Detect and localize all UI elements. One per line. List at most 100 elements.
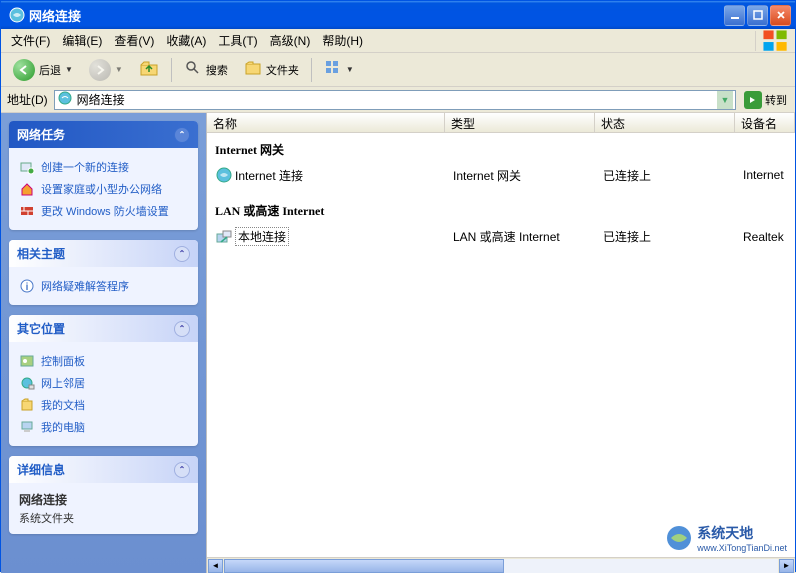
address-dropdown-icon[interactable]: ▼ [717,91,733,109]
menu-file[interactable]: 文件(F) [5,30,56,51]
windows-flag-icon [755,31,791,51]
task-home-network[interactable]: 设置家庭或小型办公网络 [19,178,188,200]
title-bar: 网络连接 [1,1,795,29]
back-label: 后退 [39,62,61,78]
column-status[interactable]: 状态 [595,113,735,132]
help-icon: i [19,278,35,294]
close-button[interactable] [770,5,791,26]
panel-title: 其它位置 [17,320,65,337]
search-button[interactable]: 搜索 [178,56,234,83]
item-status: 已连接上 [599,226,739,247]
views-button[interactable]: ▼ [318,56,360,83]
panel-head-other-places[interactable]: 其它位置 ⌃ [9,315,198,342]
list-item-local-connection[interactable]: 本地连接 LAN 或高速 Internet 已连接上 Realtek [207,223,795,250]
place-my-computer[interactable]: 我的电脑 [19,416,188,438]
forward-button[interactable]: ▼ [83,56,129,84]
lan-icon [215,228,233,246]
column-type[interactable]: 类型 [445,113,595,132]
toolbar: 后退 ▼ ▼ 搜索 文件夹 ▼ [1,53,795,87]
svg-text:i: i [26,282,29,293]
gateway-icon [215,166,233,184]
related-troubleshoot[interactable]: i 网络疑难解答程序 [19,275,188,297]
task-new-connection[interactable]: 创建一个新的连接 [19,156,188,178]
menu-bar: 文件(F) 编辑(E) 查看(V) 收藏(A) 工具(T) 高级(N) 帮助(H… [1,29,795,53]
panel-title: 相关主题 [17,245,65,262]
item-device: Realtek [739,228,788,246]
back-dropdown-icon[interactable]: ▼ [65,65,73,74]
details-type: 系统文件夹 [19,510,188,526]
menu-advanced[interactable]: 高级(N) [264,30,317,51]
place-label: 我的文档 [41,397,85,413]
panel-head-network-tasks[interactable]: 网络任务 ⌃ [9,121,198,148]
menu-edit[interactable]: 编辑(E) [56,30,108,51]
list-header: 名称 类型 状态 设备名 [207,113,795,133]
address-input[interactable]: 网络连接 ▼ [54,90,736,110]
panel-head-related[interactable]: 相关主题 ⌃ [9,240,198,267]
place-label: 我的电脑 [41,419,85,435]
scroll-track[interactable] [224,559,778,573]
collapse-icon[interactable]: ⌃ [174,321,190,337]
menu-tools[interactable]: 工具(T) [212,30,263,51]
list-item-internet-connection[interactable]: Internet 连接 Internet 网关 已连接上 Internet [207,162,795,188]
go-icon [744,91,762,109]
folders-label: 文件夹 [266,62,299,78]
menu-favorites[interactable]: 收藏(A) [160,30,212,51]
place-control-panel[interactable]: 控制面板 [19,350,188,372]
related-label: 网络疑难解答程序 [41,278,129,294]
up-button[interactable] [133,55,165,84]
item-type: LAN 或高速 Internet [449,226,599,247]
separator [311,58,312,82]
scroll-thumb[interactable] [224,559,504,573]
item-device: Internet [739,166,788,184]
address-value: 网络连接 [77,91,713,108]
item-status: 已连接上 [599,165,739,186]
collapse-icon[interactable]: ⌃ [174,127,190,143]
task-pane: 网络任务 ⌃ 创建一个新的连接 设置家庭或小型办公网络 更改 Windows 防… [1,113,206,573]
watermark-url: www.XiTongTianDi.net [697,543,787,553]
network-places-icon [19,375,35,391]
separator [171,58,172,82]
group-header: LAN 或高速 Internet [207,198,795,223]
go-button[interactable]: 转到 [740,89,791,111]
scroll-left-button[interactable]: ◄ [208,559,223,573]
horizontal-scrollbar[interactable]: ◄ ► [207,557,795,573]
list-view: 名称 类型 状态 设备名 Internet 网关 Internet 连接 Int… [206,113,795,573]
menu-help[interactable]: 帮助(H) [316,30,369,51]
item-type: Internet 网关 [449,165,599,186]
panel-other-places: 其它位置 ⌃ 控制面板 网上邻居 我的文档 我的电脑 [9,315,198,446]
panel-details: 详细信息 ⌃ 网络连接 系统文件夹 [9,456,198,534]
address-bar: 地址(D) 网络连接 ▼ 转到 [1,87,795,113]
home-network-icon [19,181,35,197]
place-my-documents[interactable]: 我的文档 [19,394,188,416]
column-name[interactable]: 名称 [207,113,445,132]
column-device[interactable]: 设备名 [735,113,795,132]
task-firewall[interactable]: 更改 Windows 防火墙设置 [19,200,188,222]
panel-title: 详细信息 [17,461,65,478]
menu-view[interactable]: 查看(V) [108,30,160,51]
collapse-icon[interactable]: ⌃ [174,462,190,478]
views-dropdown-icon[interactable]: ▼ [346,65,354,74]
new-connection-icon [19,159,35,175]
firewall-icon [19,203,35,219]
back-button[interactable]: 后退 ▼ [7,56,79,84]
panel-network-tasks: 网络任务 ⌃ 创建一个新的连接 设置家庭或小型办公网络 更改 Windows 防… [9,121,198,230]
address-label: 地址(D) [5,91,50,108]
search-label: 搜索 [206,62,228,78]
folders-button[interactable]: 文件夹 [238,56,305,83]
app-icon [9,7,25,23]
place-label: 网上邻居 [41,375,85,391]
control-panel-icon [19,353,35,369]
forward-dropdown-icon[interactable]: ▼ [115,65,123,74]
item-name-text: Internet 连接 [235,167,303,184]
my-computer-icon [19,419,35,435]
place-network-places[interactable]: 网上邻居 [19,372,188,394]
watermark-brand: 系统天地 [697,525,753,541]
minimize-button[interactable] [724,5,745,26]
list-body[interactable]: Internet 网关 Internet 连接 Internet 网关 已连接上… [207,133,795,557]
maximize-button[interactable] [747,5,768,26]
collapse-icon[interactable]: ⌃ [174,246,190,262]
panel-head-details[interactable]: 详细信息 ⌃ [9,456,198,483]
item-name-text: 本地连接 [235,227,289,246]
scroll-right-button[interactable]: ► [779,559,794,573]
views-icon [324,59,342,80]
